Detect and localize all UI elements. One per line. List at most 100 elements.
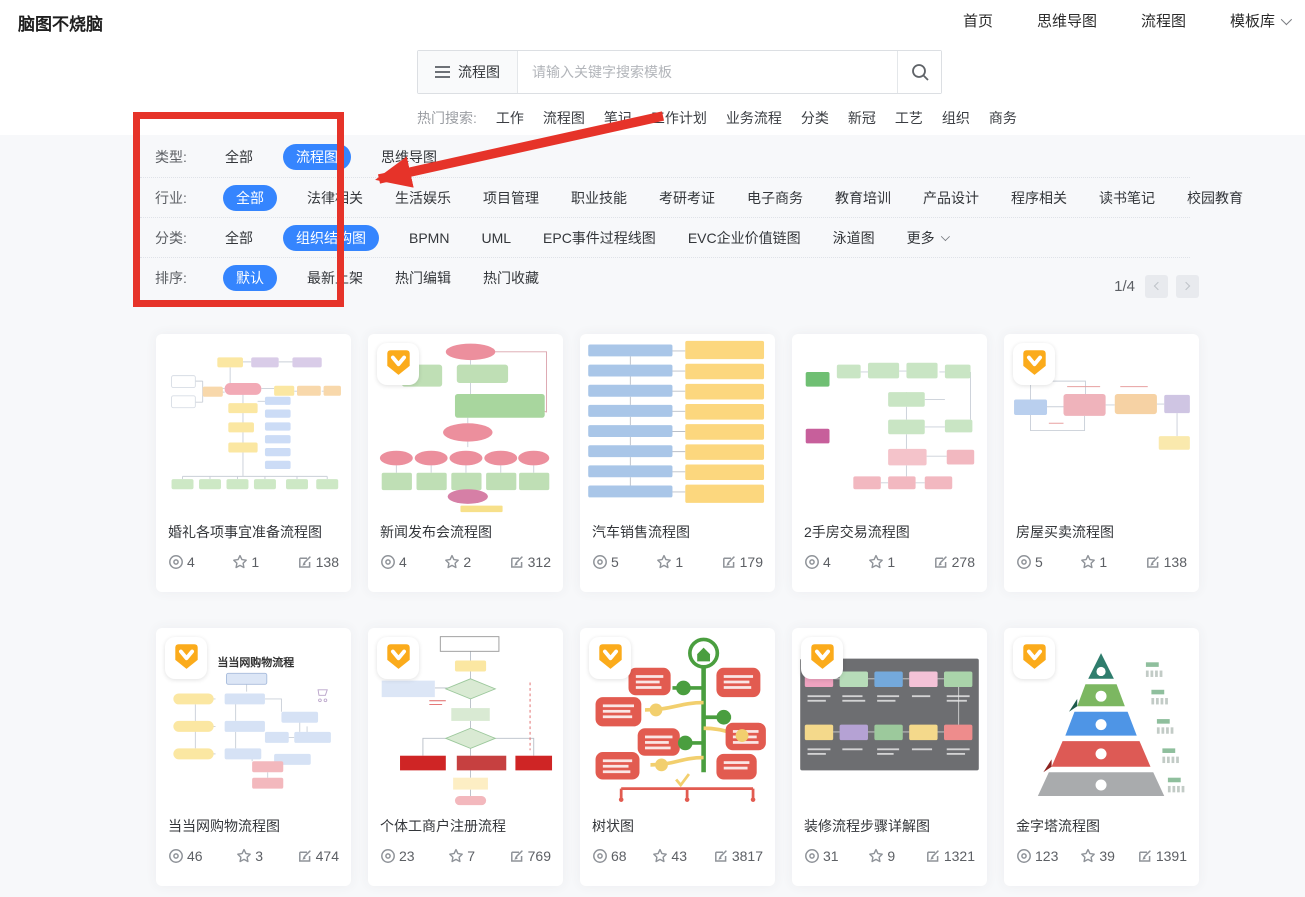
filter-options: 默认 最新上架 热门编辑 热门收藏: [223, 265, 541, 291]
filter-option[interactable]: 教育培训: [833, 185, 893, 211]
stat-views: 68: [592, 848, 627, 864]
hot-search-item[interactable]: 工艺: [895, 108, 923, 128]
page-indicator: 1/4: [1114, 278, 1135, 295]
chevron-left-icon: [1154, 282, 1162, 290]
stat-uses: 278: [933, 554, 975, 570]
uses-icon: [713, 848, 729, 864]
filter-option-label: EPC事件过程线图: [543, 230, 656, 246]
filter-option-label: 教育培训: [835, 190, 891, 206]
filter-option[interactable]: 项目管理: [481, 185, 541, 211]
filter-option[interactable]: 全部: [223, 225, 255, 251]
template-card[interactable]: 当当网购物流程 当当网购物流程图463474: [156, 628, 351, 886]
filter-option[interactable]: 产品设计: [921, 185, 981, 211]
filter-option[interactable]: 程序相关: [1009, 185, 1069, 211]
next-page-button[interactable]: [1176, 275, 1199, 298]
vip-badge: [377, 637, 419, 679]
template-card[interactable]: 装修流程步骤详解图3191321: [792, 628, 987, 886]
star-icon: [652, 848, 668, 864]
template-card[interactable]: 新闻发布会流程图42312: [368, 334, 563, 592]
uses-icon: [1137, 848, 1153, 864]
uses-icon: [297, 848, 313, 864]
filter-option[interactable]: 法律相关: [305, 185, 365, 211]
uses-count: 3817: [732, 848, 763, 864]
hot-search-item[interactable]: 商务: [989, 108, 1017, 128]
stat-views: 5: [1016, 554, 1043, 570]
search-button[interactable]: [897, 51, 941, 93]
filter-option[interactable]: 热门编辑: [393, 265, 453, 291]
filter-option-label: 产品设计: [923, 190, 979, 206]
uses-count: 138: [316, 554, 339, 570]
search-category-dropdown[interactable]: 流程图: [418, 51, 518, 93]
template-card[interactable]: 金字塔流程图123391391: [1004, 628, 1199, 886]
vip-badge: [165, 637, 207, 679]
filter-option[interactable]: 思维导图: [379, 144, 439, 170]
filter-option[interactable]: BPMN: [407, 227, 451, 249]
filter-row-type: 类型:全部流程图思维导图: [140, 137, 1190, 177]
filter-option[interactable]: 更多: [905, 225, 950, 251]
views-count: 4: [823, 554, 831, 570]
filter-option[interactable]: EVC企业价值链图: [686, 225, 803, 251]
stat-views: 23: [380, 848, 415, 864]
filter-option[interactable]: 流程图: [283, 144, 351, 170]
filter-option-label: BPMN: [409, 230, 449, 246]
nav-item-template-library[interactable]: 模板库: [1230, 10, 1289, 31]
nav-item-label: 流程图: [1141, 10, 1186, 31]
nav-item-mindmap[interactable]: 思维导图: [1037, 10, 1097, 31]
filter-option[interactable]: 全部: [223, 185, 277, 211]
stars-count: 7: [467, 848, 475, 864]
hot-search-item[interactable]: 工作计划: [651, 108, 707, 128]
filter-option[interactable]: 校园教育: [1185, 185, 1245, 211]
filter-option[interactable]: 生活娱乐: [393, 185, 453, 211]
search-input[interactable]: [518, 51, 897, 93]
hot-search-item[interactable]: 组织: [942, 108, 970, 128]
filter-option[interactable]: 读书笔记: [1097, 185, 1157, 211]
hot-search-item[interactable]: 工作: [496, 108, 524, 128]
template-card[interactable]: 汽车销售流程图51179: [580, 334, 775, 592]
template-card[interactable]: 婚礼各项事宜准备流程图41138: [156, 334, 351, 592]
filter-options: 全部 法律相关 生活娱乐 项目管理 职业技能 考研考证 电子商务 教育培训 产品设计 程序相关 读书…: [223, 185, 1245, 211]
filter-option[interactable]: 全部: [223, 144, 255, 170]
stat-stars: 1: [868, 554, 895, 570]
template-title: 当当网购物流程图: [156, 812, 351, 836]
filter-option[interactable]: 最新上架: [305, 265, 365, 291]
hot-search-item[interactable]: 新冠: [848, 108, 876, 128]
stat-uses: 3817: [713, 848, 763, 864]
template-title: 婚礼各项事宜准备流程图: [156, 518, 351, 542]
filter-option[interactable]: 考研考证: [657, 185, 717, 211]
filter-option[interactable]: 泳道图: [831, 225, 877, 251]
content-area: 类型:全部流程图思维导图行业:全部法律相关生活娱乐项目管理职业技能考研考证电子商…: [0, 135, 1305, 897]
filter-option[interactable]: EPC事件过程线图: [541, 225, 658, 251]
uses-count: 1391: [1156, 848, 1187, 864]
prev-page-button[interactable]: [1145, 275, 1168, 298]
template-thumbnail: [792, 334, 987, 518]
filter-option[interactable]: 默认: [223, 265, 277, 291]
hot-search-item[interactable]: 流程图: [543, 108, 585, 128]
stars-count: 1: [887, 554, 895, 570]
hot-search-item[interactable]: 分类: [801, 108, 829, 128]
template-card[interactable]: 2手房交易流程图41278: [792, 334, 987, 592]
template-stats: 68433817: [580, 836, 775, 864]
filter-option-label: 全部: [225, 149, 253, 165]
filter-option[interactable]: 电子商务: [745, 185, 805, 211]
filter-row-sort: 排序:默认最新上架热门编辑热门收藏: [140, 257, 1190, 297]
site-logo[interactable]: 脑图不烧脑: [18, 10, 103, 35]
star-icon: [448, 848, 464, 864]
nav-item-home[interactable]: 首页: [963, 10, 993, 31]
hot-search-item[interactable]: 业务流程: [726, 108, 782, 128]
search-bar: 流程图: [417, 50, 942, 94]
filter-option[interactable]: 热门收藏: [481, 265, 541, 291]
nav-item-flowchart[interactable]: 流程图: [1141, 10, 1186, 31]
filter-option[interactable]: 职业技能: [569, 185, 629, 211]
stat-stars: 7: [448, 848, 475, 864]
filter-option[interactable]: UML: [479, 227, 513, 249]
template-card[interactable]: 房屋买卖流程图51138: [1004, 334, 1199, 592]
hot-search-item[interactable]: 笔记: [604, 108, 632, 128]
filter-option-label: 读书笔记: [1099, 190, 1155, 206]
template-card[interactable]: 树状图68433817: [580, 628, 775, 886]
search-icon: [910, 62, 930, 82]
menu-icon: [435, 66, 450, 78]
uses-count: 1321: [944, 848, 975, 864]
filter-option[interactable]: 组织结构图: [283, 225, 379, 251]
template-card[interactable]: 个体工商户注册流程237769: [368, 628, 563, 886]
nav-item-label: 思维导图: [1037, 10, 1097, 31]
